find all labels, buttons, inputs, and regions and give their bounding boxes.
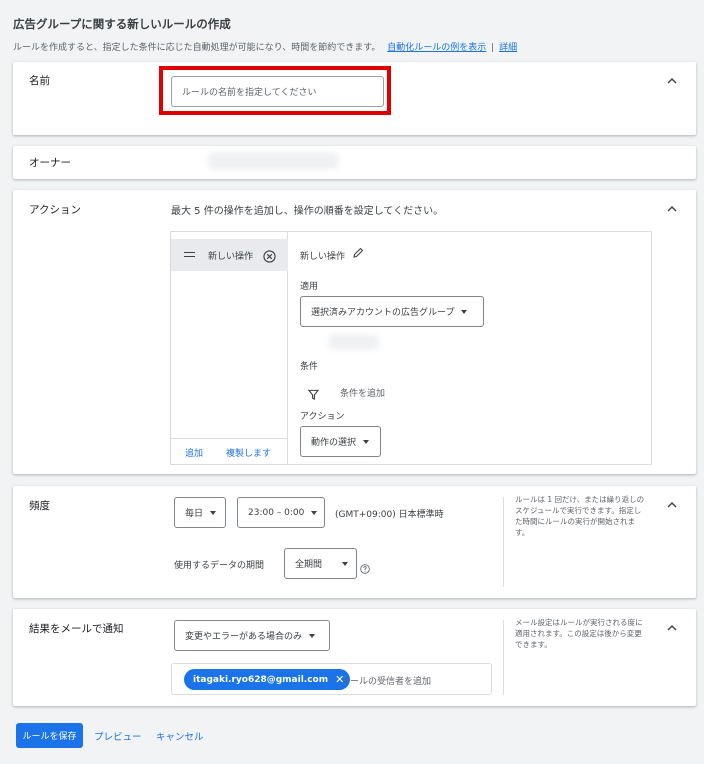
page-title: 広告グループに関する新しいルールの作成 — [13, 17, 231, 31]
recipient-chip: itagaki.ryo628@gmail.com ✕ — [184, 669, 351, 690]
action-select-dropdown[interactable]: 動作の選択 — [300, 426, 381, 457]
link-separator: | — [491, 43, 495, 53]
timezone-text: (GMT+09:00) 日本標準時 — [335, 510, 444, 520]
email-notify-value: 変更やエラーがある場合のみ — [185, 632, 303, 642]
condition-label: 条件 — [300, 362, 319, 372]
add-action-link[interactable]: 追加 — [185, 446, 203, 459]
action-list: 新しい操作 追加 複製します — [171, 232, 288, 464]
data-period-caret-icon — [342, 561, 348, 566]
email-divider — [503, 620, 504, 695]
name-label: 名前 — [29, 75, 50, 87]
preview-button[interactable]: プレビュー — [94, 729, 142, 743]
action-editor: 新しい操作 追加 複製します 新しい操作 適用 選択済みアカウントの広告グループ… — [170, 231, 652, 465]
data-period-dropdown[interactable]: 全期間 — [284, 548, 357, 579]
collapse-name-chevron-icon[interactable] — [666, 75, 678, 87]
subtitle-text: ルールを作成すると、指定した条件に応じた自動処理が可能になり、時間を節約できます… — [13, 43, 381, 53]
action-select-caret-icon — [363, 439, 370, 444]
recipient-chip-email: itagaki.ryo628@gmail.com — [193, 674, 329, 685]
apply-dropdown-value: 選択済みアカウントの広告グループ — [311, 308, 455, 318]
apply-dropdown[interactable]: 選択済みアカウントの広告グループ — [300, 296, 484, 327]
examples-link[interactable]: 自動化ルールの例を表示 — [387, 43, 486, 53]
email-notify-dropdown[interactable]: 変更やエラーがある場合のみ — [174, 620, 330, 651]
time-dropdown-caret-icon — [311, 510, 318, 515]
action-list-item-label: 新しい操作 — [208, 252, 254, 262]
frequency-label: 頻度 — [29, 500, 50, 512]
time-dropdown-value: 23:00 – 0:00 — [248, 507, 305, 518]
collapse-email-chevron-icon[interactable] — [666, 622, 678, 634]
action-list-divider — [171, 438, 288, 439]
remove-action-icon[interactable] — [263, 248, 276, 263]
help-icon[interactable] — [360, 559, 370, 574]
email-label: 結果をメールで通知 — [29, 623, 124, 635]
frequency-divider — [503, 497, 504, 587]
action-label: アクション — [29, 204, 81, 216]
apply-dropdown-caret-icon — [461, 309, 468, 314]
data-period-value: 全期間 — [295, 560, 323, 570]
drag-handle-icon[interactable] — [184, 252, 195, 257]
details-link[interactable]: 詳細 — [499, 43, 517, 53]
frequency-side-note: ルールは 1 回だけ、または繰り返しのスケジュールで実行できます。指定した時間に… — [515, 495, 645, 537]
data-period-label: 使用するデータの期間 — [174, 561, 265, 571]
save-rule-button[interactable]: ルールを保存 — [16, 723, 83, 748]
frequency-dropdown[interactable]: 毎日 — [174, 497, 226, 528]
filter-icon[interactable] — [307, 385, 320, 400]
frequency-dropdown-caret-icon — [210, 510, 217, 515]
duplicate-action-link[interactable]: 複製します — [226, 446, 271, 459]
action-detail-title: 新しい操作 — [300, 252, 346, 262]
cancel-button[interactable]: キャンセル — [156, 729, 204, 743]
apply-label: 適用 — [300, 282, 319, 292]
action-instruction: 最大 5 件の操作を追加し、操作の順番を設定してください。 — [171, 206, 444, 217]
add-condition-button[interactable]: 条件を追加 — [340, 386, 385, 399]
email-side-note: メール設定はルールが実行される度に適用されます。この設定は後から変更できます。 — [515, 618, 643, 649]
rule-name-input[interactable]: ルールの名前を指定してください — [171, 76, 384, 107]
page-subtitle: ルールを作成すると、指定した条件に応じた自動処理が可能になり、時間を節約できます… — [13, 40, 517, 53]
recipient-field[interactable]: itagaki.ryo628@gmail.com ✕ メールの受信者を追加 — [171, 663, 492, 695]
frequency-dropdown-value: 毎日 — [185, 509, 204, 519]
owner-label: オーナー — [29, 157, 71, 169]
time-dropdown[interactable]: 23:00 – 0:00 — [237, 497, 325, 528]
action-list-item[interactable]: 新しい操作 — [171, 239, 288, 271]
email-notify-caret-icon — [309, 633, 316, 638]
name-card: 名前 ルールの名前を指定してください — [13, 62, 696, 135]
edit-pencil-icon[interactable] — [352, 244, 364, 258]
action-card: アクション 最大 5 件の操作を追加し、操作の順番を設定してください。 新しい操… — [13, 190, 696, 474]
owner-card: オーナー — [13, 146, 696, 179]
owner-redacted — [208, 153, 338, 169]
email-card: 結果をメールで通知 変更やエラーがある場合のみ itagaki.ryo628@g… — [13, 609, 696, 706]
apply-redacted — [329, 335, 379, 349]
collapse-action-chevron-icon[interactable] — [666, 203, 678, 215]
action-select-label: アクション — [300, 412, 345, 422]
frequency-card: 頻度 毎日 23:00 – 0:00 (GMT+09:00) 日本標準時 使用す… — [13, 486, 696, 598]
action-select-value: 動作の選択 — [311, 438, 357, 448]
collapse-frequency-chevron-icon[interactable] — [666, 499, 678, 511]
recipient-input[interactable]: メールの受信者を追加 — [341, 674, 431, 687]
